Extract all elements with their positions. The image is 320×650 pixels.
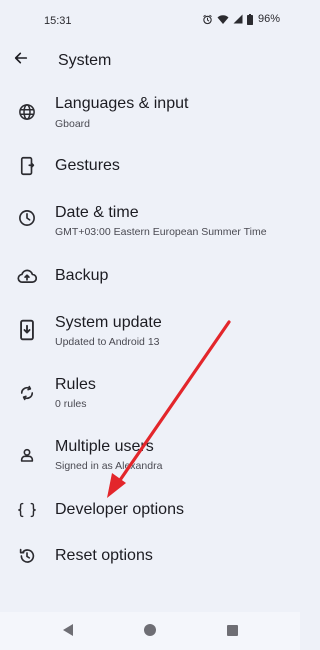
item-summary: Updated to Android 13 (55, 336, 160, 348)
item-title: System update (55, 314, 162, 331)
history-icon (16, 545, 38, 567)
status-icons: 96% (202, 13, 280, 25)
recents-square-icon (226, 623, 238, 641)
status-time: 15:31 (44, 15, 72, 27)
page-title: System (58, 52, 112, 69)
code-braces-icon (16, 499, 38, 521)
settings-item-backup[interactable]: Backup (0, 256, 300, 296)
item-title: Backup (55, 267, 109, 284)
alarm-icon (202, 14, 213, 25)
nav-back-button[interactable] (58, 622, 78, 642)
clock-icon (16, 207, 38, 229)
item-title: Languages & input (55, 95, 189, 112)
item-title: Reset options (55, 547, 153, 564)
globe-icon (16, 101, 38, 123)
battery-percent: 96% (257, 13, 280, 25)
phone-update-icon (16, 319, 38, 341)
navigation-bar (0, 612, 300, 650)
status-bar: 15:31 96% (0, 0, 300, 40)
back-button[interactable] (8, 48, 34, 72)
app-bar: System (0, 40, 300, 80)
phone-gesture-icon (16, 155, 38, 177)
item-title: Rules (55, 376, 96, 393)
settings-item-rules[interactable]: Rules 0 rules (0, 368, 300, 418)
item-summary: Signed in as Alexandra (55, 460, 163, 472)
settings-item-system-update[interactable]: System update Updated to Android 13 (0, 306, 300, 356)
settings-item-reset-options[interactable]: Reset options (0, 538, 300, 574)
item-summary: GMT+03:00 Eastern European Summer Time (55, 226, 267, 238)
item-title: Gestures (55, 157, 120, 174)
settings-item-languages-input[interactable]: Languages & input Gboard (0, 88, 300, 136)
signal-icon (233, 14, 243, 24)
item-title: Multiple users (55, 438, 154, 455)
item-title: Date & time (55, 204, 139, 221)
settings-item-gestures[interactable]: Gestures (0, 146, 300, 186)
settings-item-multiple-users[interactable]: Multiple users Signed in as Alexandra (0, 430, 300, 480)
sync-rules-icon (16, 382, 38, 404)
nav-recents-button[interactable] (222, 622, 242, 642)
cloud-upload-icon (16, 265, 38, 287)
arrow-left-icon (13, 50, 29, 71)
wifi-icon (217, 14, 229, 25)
nav-home-button[interactable] (140, 622, 160, 642)
back-triangle-icon (62, 623, 74, 641)
item-summary: Gboard (55, 118, 91, 130)
battery-icon (246, 13, 253, 25)
item-summary: 0 rules (55, 398, 87, 410)
settings-item-date-time[interactable]: Date & time GMT+03:00 Eastern European S… (0, 197, 300, 245)
person-icon (16, 444, 38, 466)
item-title: Developer options (55, 501, 184, 518)
home-circle-icon (143, 623, 157, 642)
settings-item-developer-options[interactable]: Developer options (0, 492, 300, 528)
